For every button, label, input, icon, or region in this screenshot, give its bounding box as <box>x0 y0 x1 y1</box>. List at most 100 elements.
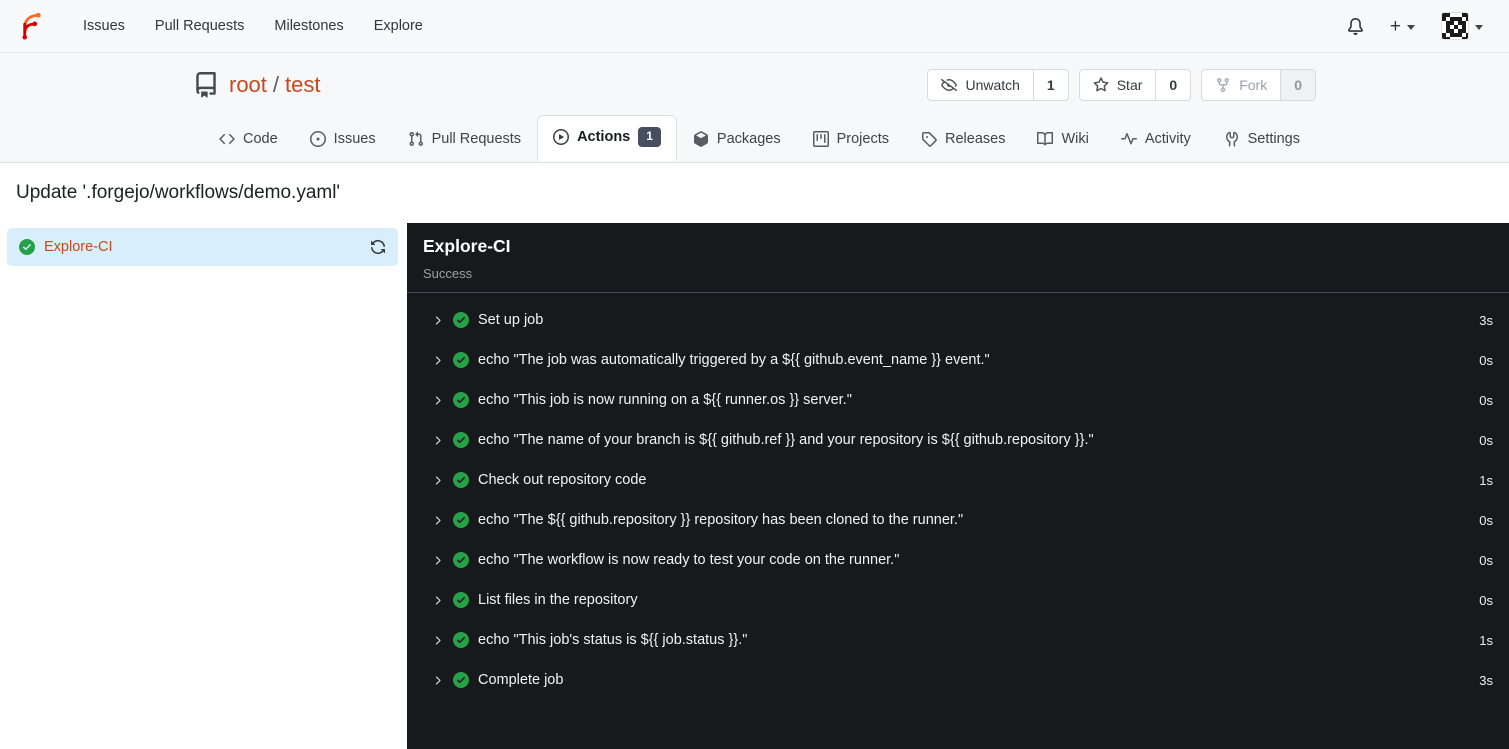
create-new-button[interactable]: + <box>1390 17 1415 36</box>
tab-projects[interactable]: Projects <box>797 119 905 160</box>
step-row[interactable]: echo "This job's status is ${{ job.statu… <box>407 620 1497 660</box>
tab-label: Releases <box>945 130 1006 147</box>
check-circle-icon <box>453 592 469 608</box>
step-name: echo "The job was automatically triggere… <box>478 352 990 368</box>
tab-pull-requests[interactable]: Pull Requests <box>392 119 537 160</box>
play-circle-icon <box>553 128 570 145</box>
plus-icon: + <box>1389 15 1401 37</box>
tab-settings[interactable]: Settings <box>1208 119 1316 160</box>
chevron-right-icon[interactable] <box>431 634 444 647</box>
step-row[interactable]: echo "The job was automatically triggere… <box>407 340 1497 380</box>
star-icon <box>1093 77 1109 92</box>
repo-title-row: root / test Unwatch 1 Star 0 Fork 0 <box>193 69 1316 101</box>
repo-owner-link[interactable]: root <box>229 72 267 97</box>
watch-count[interactable]: 1 <box>1032 70 1068 100</box>
project-board-icon <box>812 130 829 147</box>
unwatch-button[interactable]: Unwatch 1 <box>927 69 1069 101</box>
chevron-right-icon[interactable] <box>431 674 444 687</box>
check-circle-icon <box>453 512 469 528</box>
step-duration: 0s <box>1479 512 1493 528</box>
chevron-right-icon[interactable] <box>431 474 444 487</box>
check-circle-icon <box>453 392 469 408</box>
chevron-down-icon <box>1475 24 1483 30</box>
step-row[interactable]: echo "This job is now running on a ${{ r… <box>407 380 1497 420</box>
step-duration: 1s <box>1479 632 1493 648</box>
repo-name-link[interactable]: test <box>285 72 320 97</box>
fork-icon <box>1217 78 1230 93</box>
fork-label: Fork <box>1239 77 1268 93</box>
tab-label: Code <box>243 130 278 147</box>
job-item-explore-ci[interactable]: Explore-CI <box>7 228 398 266</box>
bell-icon <box>1347 17 1363 35</box>
step-duration: 0s <box>1479 552 1493 568</box>
step-row[interactable]: echo "The name of your branch is ${{ git… <box>407 420 1497 460</box>
tab-wiki[interactable]: Wiki <box>1021 119 1104 160</box>
tab-label: Activity <box>1144 130 1191 147</box>
tab-code[interactable]: Code <box>203 119 294 160</box>
package-icon <box>693 130 708 147</box>
step-row[interactable]: echo "The workflow is now ready to test … <box>407 540 1497 580</box>
tab-label: Pull Requests <box>431 130 522 147</box>
step-name: echo "The name of your branch is ${{ git… <box>478 432 1094 448</box>
step-duration: 0s <box>1479 392 1493 408</box>
step-row[interactable]: Set up job 3s <box>407 300 1497 340</box>
main-content: Explore-CI Explore-CI Success Set up job… <box>0 223 1509 749</box>
star-count[interactable]: 0 <box>1155 70 1190 100</box>
step-duration: 0s <box>1479 352 1493 368</box>
issue-opened-icon <box>309 130 326 147</box>
chevron-right-icon[interactable] <box>431 514 444 527</box>
step-row[interactable]: Complete job 3s <box>407 660 1497 700</box>
chevron-right-icon[interactable] <box>431 554 444 567</box>
repo-icon <box>193 72 219 98</box>
chevron-right-icon[interactable] <box>431 394 444 407</box>
check-circle-icon <box>453 472 469 488</box>
user-menu-button[interactable] <box>1441 12 1483 40</box>
tab-packages[interactable]: Packages <box>677 119 797 160</box>
avatar <box>1441 12 1469 40</box>
step-row[interactable]: List files in the repository 0s <box>407 580 1497 620</box>
step-name: echo "This job is now running on a ${{ r… <box>478 392 852 408</box>
tab-label: Issues <box>333 130 376 147</box>
step-row[interactable]: echo "The ${{ github.repository }} repos… <box>407 500 1497 540</box>
unwatch-label: Unwatch <box>965 77 1020 93</box>
nav-item-explore[interactable]: Explore <box>359 0 438 52</box>
check-circle-icon <box>453 312 469 328</box>
nav-item-milestones[interactable]: Milestones <box>259 0 358 52</box>
tab-label: Actions <box>577 128 631 145</box>
step-name: List files in the repository <box>478 592 638 608</box>
forgejo-logo-icon[interactable] <box>16 11 46 41</box>
nav-item-pull-requests[interactable]: Pull Requests <box>140 0 259 52</box>
chevron-right-icon[interactable] <box>431 354 444 367</box>
step-duration: 0s <box>1479 592 1493 608</box>
job-status-text: Success <box>423 266 473 281</box>
tab-actions[interactable]: Actions 1 <box>537 115 677 161</box>
tab-releases[interactable]: Releases <box>905 119 1021 160</box>
chevron-down-icon <box>1407 24 1415 30</box>
notifications-button[interactable] <box>1347 17 1364 35</box>
job-log-panel: Explore-CI Success Set up job 3s echo "T… <box>407 223 1509 749</box>
check-circle-icon <box>453 672 469 688</box>
nav-item-issues[interactable]: Issues <box>68 0 140 52</box>
repo-header: root / test Unwatch 1 Star 0 Fork 0 Code… <box>0 53 1509 163</box>
step-duration: 3s <box>1479 312 1493 328</box>
chevron-right-icon[interactable] <box>431 594 444 607</box>
repo-actions: Unwatch 1 Star 0 Fork 0 <box>927 69 1316 101</box>
tab-issues[interactable]: Issues <box>294 119 392 160</box>
chevron-right-icon[interactable] <box>431 314 444 327</box>
job-name: Explore-CI <box>44 239 113 255</box>
refresh-icon[interactable] <box>370 239 386 255</box>
chevron-right-icon[interactable] <box>431 434 444 447</box>
job-panel-header: Explore-CI Success <box>407 223 1509 293</box>
job-panel-title: Explore-CI <box>423 236 511 256</box>
star-button[interactable]: Star 0 <box>1078 69 1192 101</box>
top-navbar: Issues Pull Requests Milestones Explore … <box>0 0 1509 53</box>
step-row[interactable]: Check out repository code 1s <box>407 460 1497 500</box>
git-pull-request-icon <box>409 131 423 146</box>
step-name: echo "The workflow is now ready to test … <box>478 552 900 568</box>
repo-tabs: Code Issues Pull Requests Actions 1 Pack… <box>193 115 1316 161</box>
tab-activity[interactable]: Activity <box>1105 119 1207 160</box>
tab-label: Settings <box>1247 130 1300 147</box>
check-circle-icon <box>19 239 35 255</box>
tab-label: Projects <box>836 130 889 147</box>
tab-label: Wiki <box>1061 130 1089 147</box>
